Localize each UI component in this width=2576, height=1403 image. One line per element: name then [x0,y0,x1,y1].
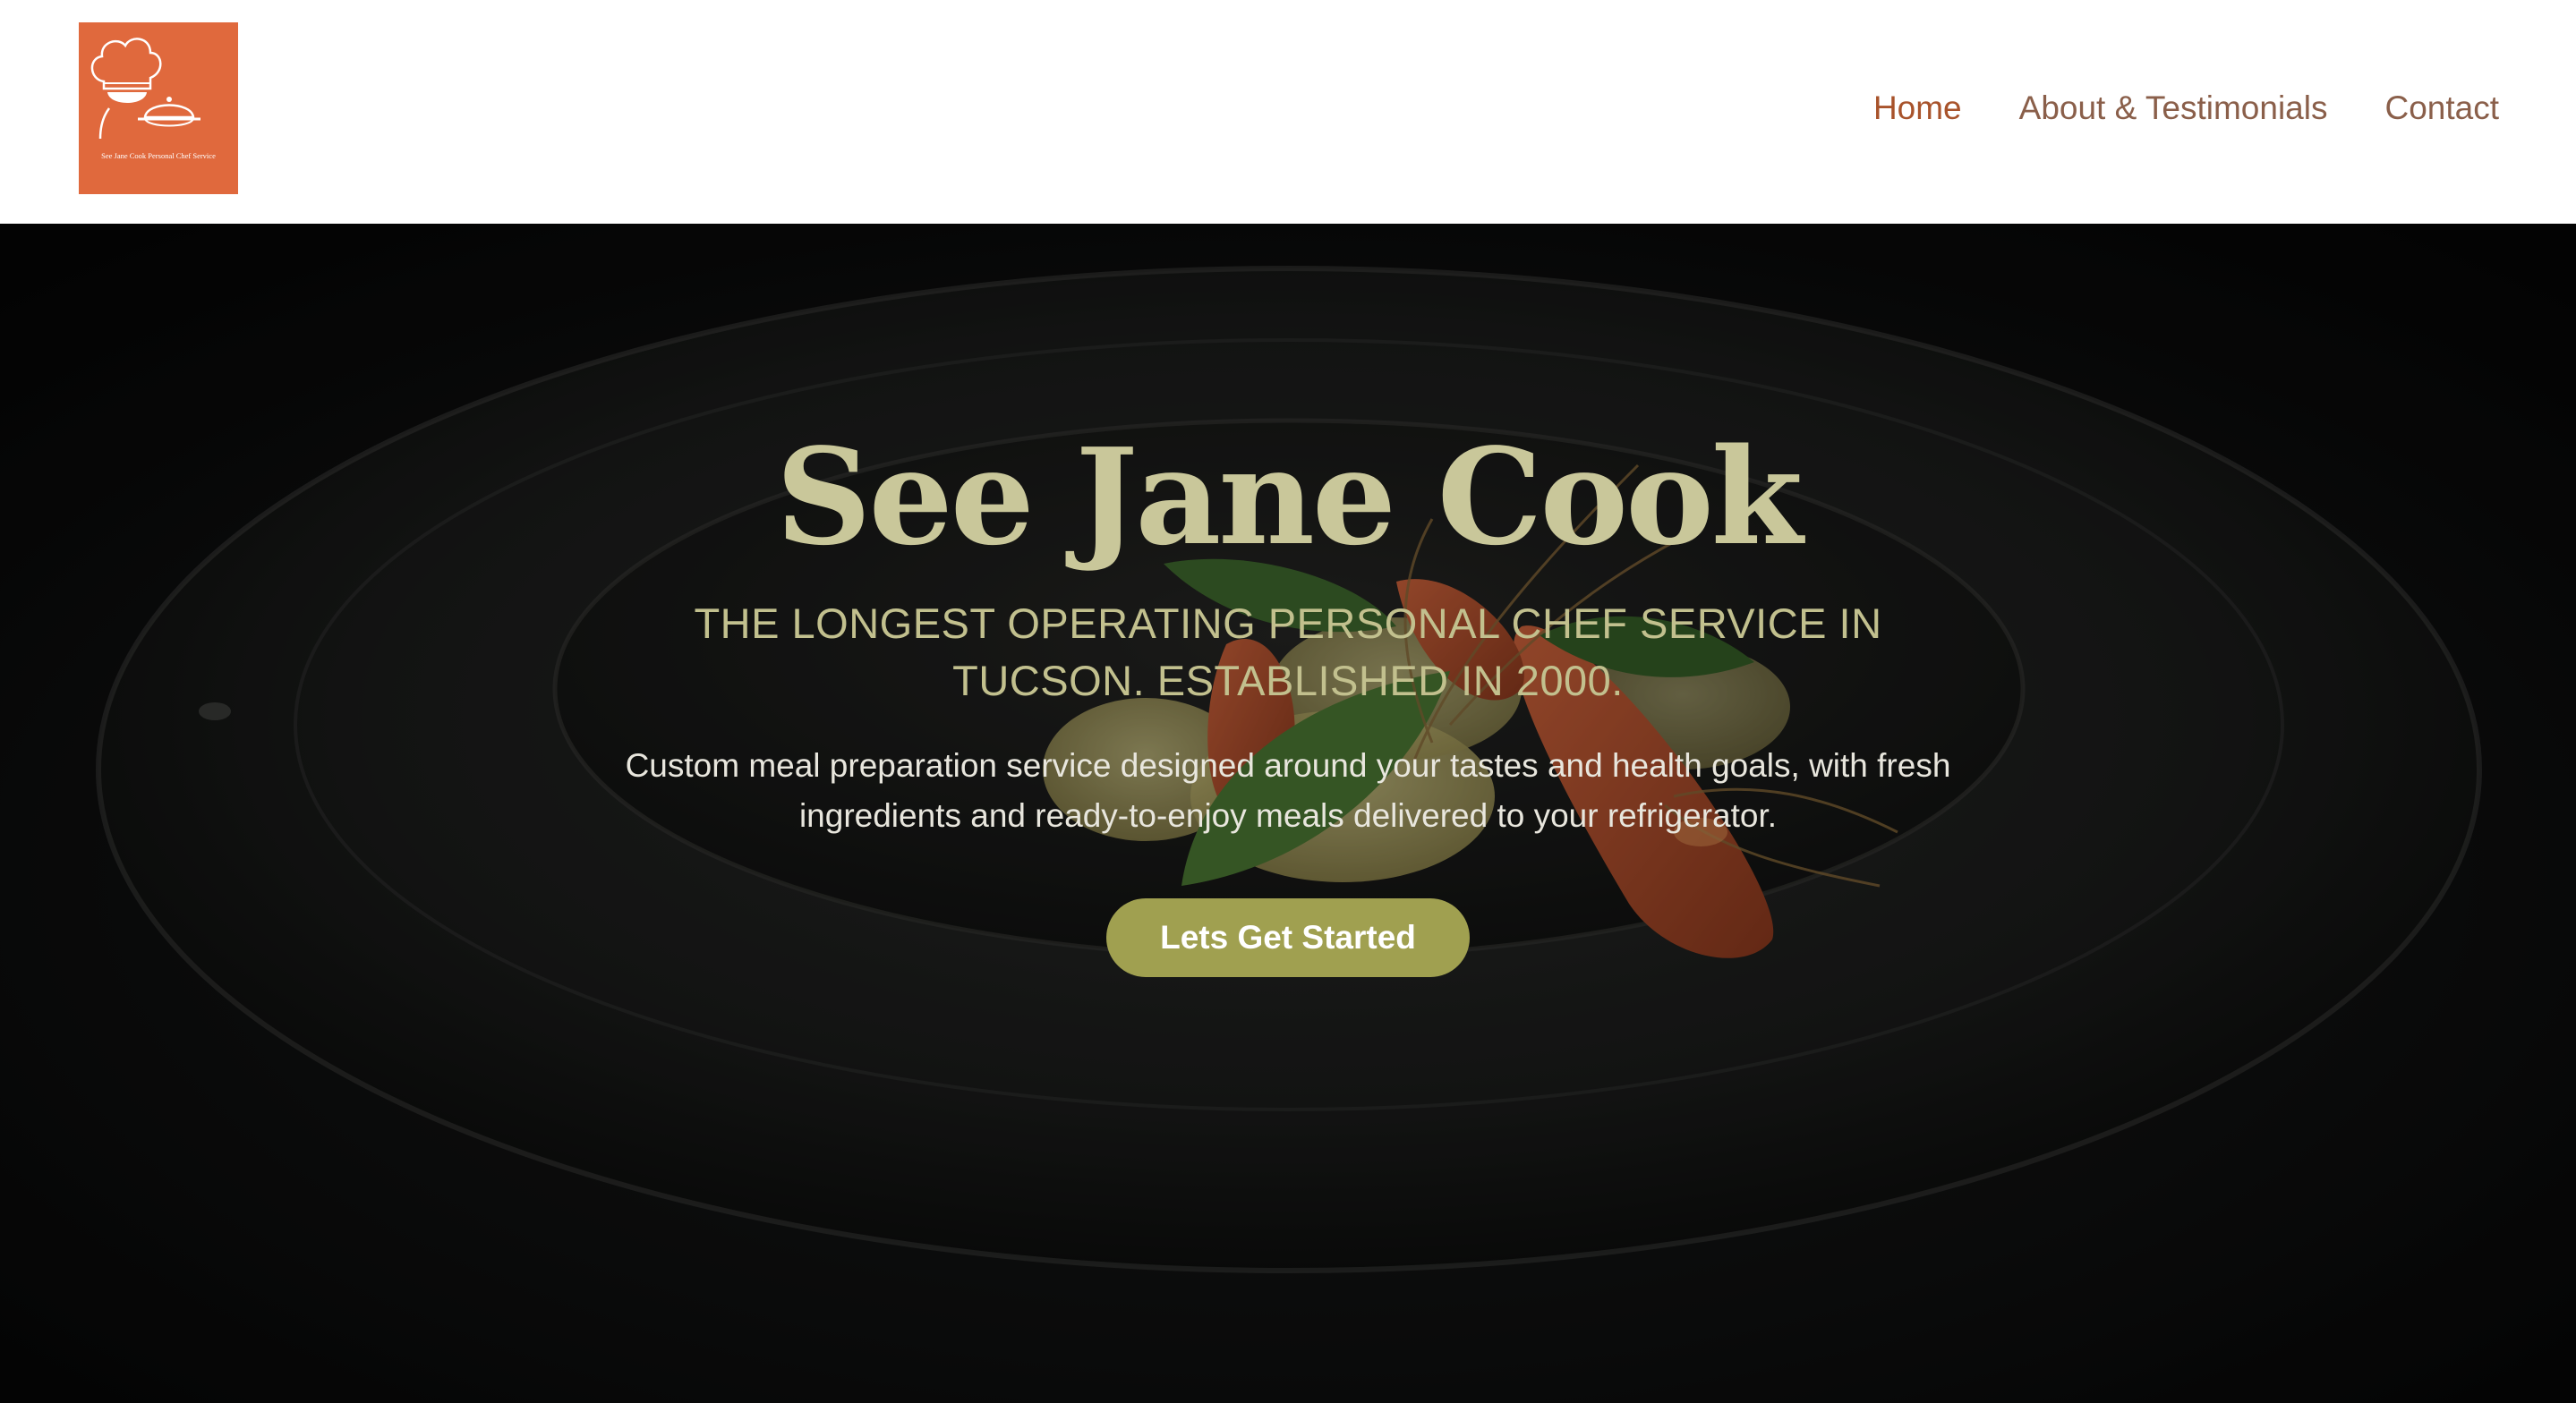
nav-about-testimonials[interactable]: About & Testimonials [2019,86,2328,131]
main-nav: Home About & Testimonials Contact [1873,86,2499,131]
hero-title: See Jane Cook [775,419,1804,574]
hero-description: Custom meal preparation service designed… [625,747,1951,834]
hero-subtitle: THE LONGEST OPERATING PERSONAL CHEF SERV… [694,599,1882,704]
site-header: See Jane Cook Personal Chef Service Home… [0,0,2576,224]
nav-home[interactable]: Home [1873,86,1962,131]
nav-contact[interactable]: Contact [2384,86,2499,131]
get-started-button[interactable]: Lets Get Started [1106,898,1470,977]
logo-text: See Jane Cook Personal Chef Service [101,151,216,160]
chef-hat-cloche-icon [90,38,200,140]
hero-section: See Jane Cook THE LONGEST OPERATING PERS… [0,224,2576,1403]
site-logo[interactable]: See Jane Cook Personal Chef Service [79,22,238,194]
